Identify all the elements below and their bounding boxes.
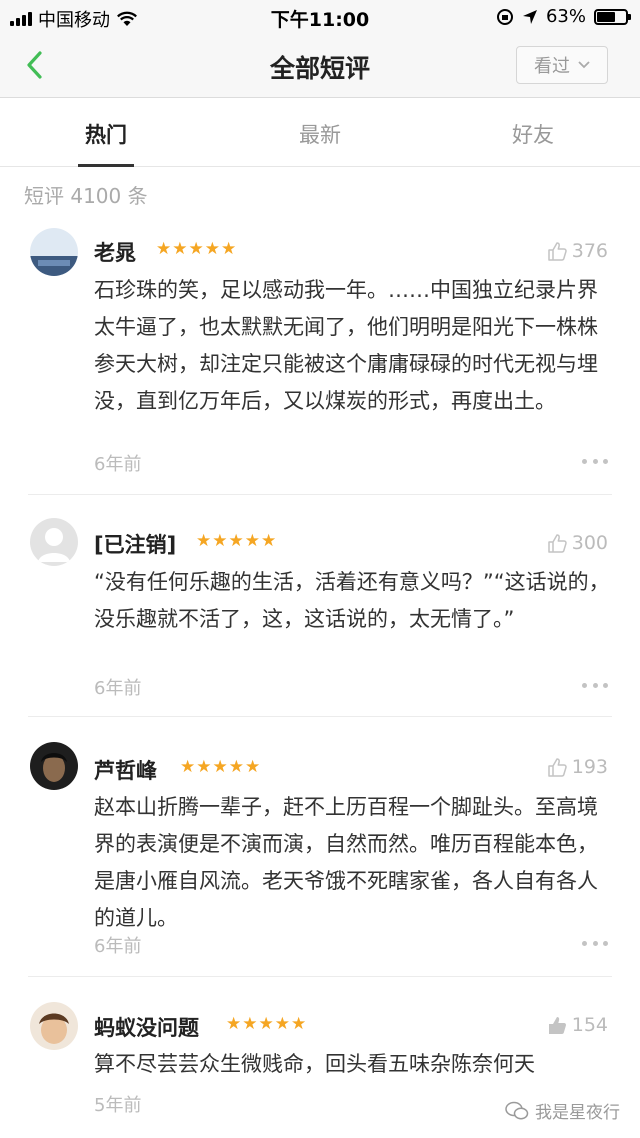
review-item: [已注销] ★★★★★ 300 “没有任何乐趣的生活，活着还有意义吗？”“这话说… — [0, 518, 640, 708]
like-button[interactable]: 193 — [546, 756, 608, 778]
rating-stars: ★★★★★ — [226, 1014, 308, 1034]
tab-hot[interactable]: 热门 — [46, 119, 166, 149]
status-bar: 中国移动 下午11:00 63% — [0, 0, 640, 34]
thumbs-up-filled-icon — [548, 1017, 566, 1034]
like-button[interactable]: 300 — [546, 532, 608, 554]
avatar[interactable] — [30, 742, 78, 790]
review-count: 短评 4100 条 — [24, 184, 148, 208]
reviewer-name[interactable]: 蚂蚁没问题 — [94, 1012, 199, 1042]
tab-latest[interactable]: 最新 — [260, 119, 380, 149]
wechat-icon — [505, 1101, 529, 1119]
battery-fill — [597, 11, 615, 22]
status-right: 63% — [496, 6, 631, 27]
divider — [28, 494, 612, 495]
tab-friends[interactable]: 好友 — [473, 119, 593, 149]
avatar[interactable] — [30, 518, 78, 566]
like-count: 154 — [571, 1014, 608, 1036]
location-icon — [522, 9, 537, 24]
watermark-text: 我是星夜行 — [535, 1103, 620, 1123]
reviewer-name[interactable]: 老晁 — [94, 237, 136, 267]
rating-stars: ★★★★★ — [196, 531, 278, 551]
review-text: 算不尽芸芸众生微贱命，回头看五味杂陈奈何天 — [94, 1052, 535, 1076]
watermark: 我是星夜行 — [505, 1098, 620, 1123]
like-count: 376 — [571, 240, 608, 262]
rating-stars: ★★★★★ — [180, 757, 262, 777]
avatar[interactable] — [30, 1002, 78, 1050]
thumbs-up-icon — [547, 242, 567, 261]
review-text: “没有任何乐趣的生活，活着还有意义吗？”“这话说的，没乐趣就不活了，这，这话说的… — [94, 570, 610, 631]
reviewer-name[interactable]: 芦哲峰 — [94, 755, 157, 785]
more-options-icon[interactable] — [582, 939, 608, 947]
review-time: 6年前 — [94, 678, 142, 699]
orientation-lock-icon — [496, 8, 513, 25]
filter-label: 看过 — [534, 56, 570, 77]
thumbs-up-icon — [547, 758, 567, 777]
thumbs-up-icon — [547, 534, 567, 553]
reviewer-name[interactable]: [已注销] — [94, 529, 176, 559]
divider — [28, 976, 612, 977]
more-options-icon[interactable] — [582, 681, 608, 689]
active-tab-indicator — [78, 164, 134, 167]
divider — [28, 716, 612, 717]
review-time: 5年前 — [94, 1095, 142, 1116]
like-button[interactable]: 154 — [546, 1014, 608, 1036]
battery-icon — [594, 8, 631, 25]
review-time: 6年前 — [94, 454, 142, 475]
like-count: 193 — [571, 756, 608, 778]
like-button[interactable]: 376 — [546, 240, 608, 262]
tab-bar: 热门 最新 好友 — [0, 99, 640, 167]
review-time: 6年前 — [94, 936, 142, 957]
nav-bar: 全部短评 看过 — [0, 34, 640, 98]
more-options-icon[interactable] — [582, 457, 608, 465]
chevron-down-icon — [578, 61, 590, 69]
battery-percent: 63% — [545, 6, 586, 27]
avatar[interactable] — [30, 228, 78, 276]
like-count: 300 — [571, 532, 608, 554]
filter-dropdown-button[interactable]: 看过 — [516, 46, 608, 84]
review-text: 石珍珠的笑，足以感动我一年。……中国独立纪录片界太牛逼了，也太默默无闻了，他们明… — [94, 278, 598, 413]
review-item: 芦哲峰 ★★★★★ 193 赵本山折腾一辈子，赶不上历百程一个脚趾头。至高境界的… — [0, 742, 640, 968]
review-text: 赵本山折腾一辈子，赶不上历百程一个脚趾头。至高境界的表演便是不演而演，自然而然。… — [94, 795, 598, 930]
rating-stars: ★★★★★ — [156, 239, 238, 259]
review-item: 老晁 ★★★★★ 376 石珍珠的笑，足以感动我一年。……中国独立纪录片界太牛逼… — [0, 228, 640, 490]
